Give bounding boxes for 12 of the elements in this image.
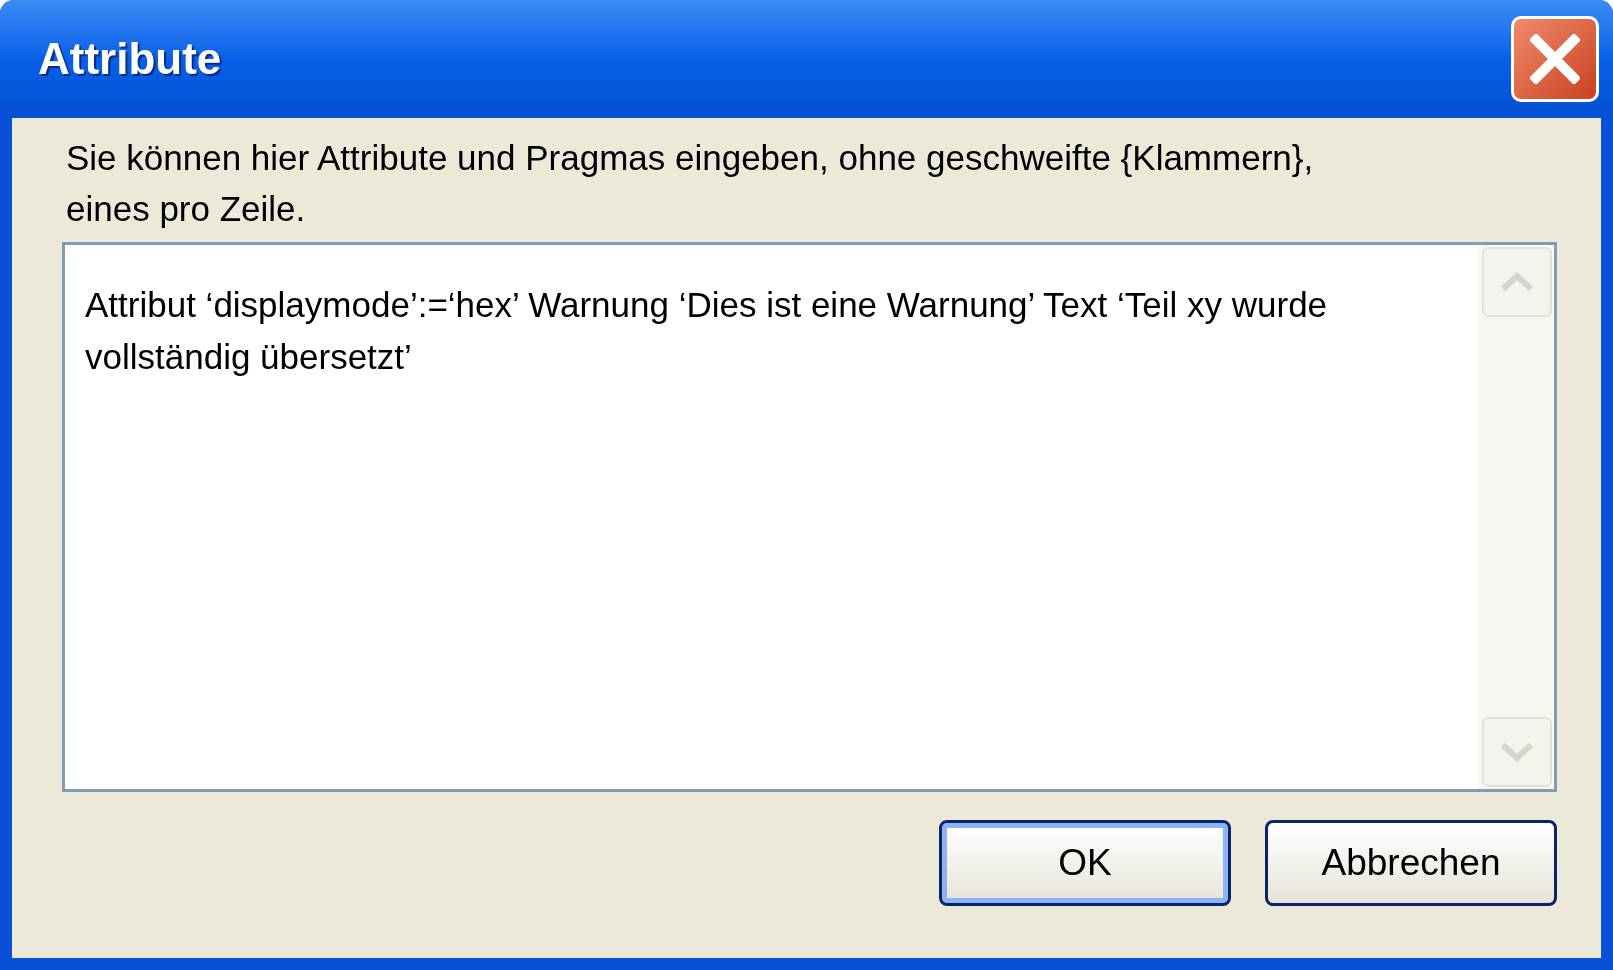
dialog-button[interactable]: OK: [939, 820, 1231, 906]
close-button[interactable]: [1511, 16, 1599, 102]
chevron-up-icon: [1499, 272, 1535, 292]
chevron-down-icon: [1499, 742, 1535, 762]
scroll-down-button[interactable]: [1482, 717, 1552, 787]
instructions-text: Sie können hier Attribute und Pragmas eingeben, ohne geschweifte {Klammern}, eines pro Zeile.: [65, 137, 1315, 230]
dialog-button[interactable]: Abbrechen: [1265, 820, 1557, 906]
scroll-up-button[interactable]: [1482, 247, 1552, 317]
window-title: Attribute: [38, 33, 222, 85]
text-value: Attribut ‘displaymode’:=‘hex’ Warnung ‘Dies ist eine Warnung’ Text ‘Teil xy wurde vollständig übersetzt’: [84, 284, 1329, 378]
text-area[interactable]: Attribut ‘displaymode’:=‘hex’ Warnung ‘Dies ist eine Warnung’ Text ‘Teil xy wurde vollständig übersetzt’: [62, 242, 1557, 792]
close-icon: [1530, 34, 1580, 84]
